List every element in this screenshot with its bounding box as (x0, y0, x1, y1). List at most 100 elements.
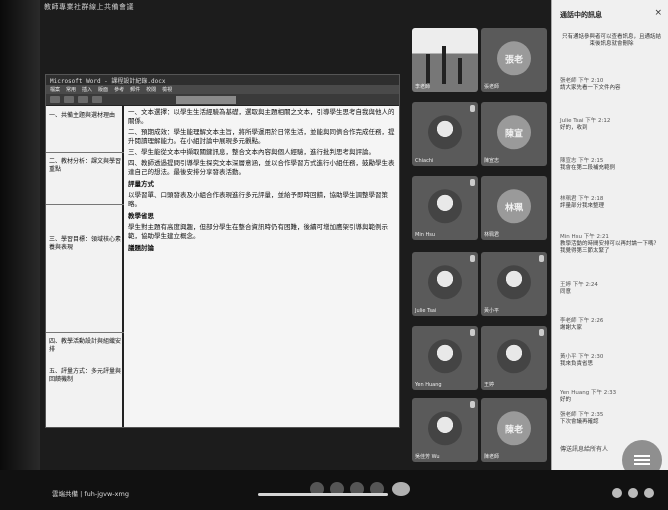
mic-off-icon (470, 105, 475, 112)
message-text: 教學活動的時間安排可以再討論一下嗎？我覺得第三節太緊了 (560, 241, 660, 254)
row-label: 四、教學活動設計與組織安排 (49, 338, 122, 353)
message-sender: 林珮君 下午 2:18 (560, 196, 604, 202)
message-text: 下次會議再確認 (560, 419, 599, 425)
mic-off-icon (539, 329, 544, 336)
chat-input[interactable]: 傳送訊息給所有人 (560, 444, 608, 453)
document-body: 一、共備主題與選材理由 二、教材分析：課文與學習重點 三、學習目標：領域核心素養… (46, 106, 399, 427)
paragraph: 學生對主題有高度興趣，但部分學生在整合資訊時仍有困難，後續可增加鷹架引導與範例示… (128, 223, 388, 240)
info-icon[interactable] (612, 488, 622, 498)
participant-tile[interactable]: 陳宣 陳宣志 (481, 102, 547, 166)
paragraph: 四、教師透過提問引導學生探究文本深層意涵，並以合作學習方式進行小組任務，鼓勵學生… (128, 159, 395, 176)
participant-name: 王婷 (484, 382, 495, 388)
building-spire (458, 58, 462, 84)
participant-tile[interactable]: 林珮 林珮君 (481, 176, 547, 240)
message-text: 謝謝大家 (560, 325, 583, 331)
menu-item[interactable]: 常用 (66, 86, 76, 93)
document-titlebar: Microsoft Word - 課程設計紀錄.docx (46, 75, 399, 85)
message-text: 同意 (560, 289, 572, 295)
avatar (497, 339, 531, 374)
chat-message: 張老師 下午 2:10 請大家先看一下文件內容 (560, 78, 663, 92)
avatar (428, 411, 462, 446)
row-separator (46, 204, 124, 205)
participant-name: 陳宣志 (484, 158, 500, 164)
toolbar-button[interactable] (64, 96, 74, 103)
participant-name: 陳老師 (484, 454, 500, 460)
chat-message: 李老師 下午 2:26 謝謝大家 (560, 318, 663, 332)
activities-icon[interactable] (644, 488, 654, 498)
participant-tile[interactable]: 王婷 (481, 326, 547, 390)
chat-message: 黃小平 下午 2:30 我來負責省思 (560, 354, 663, 368)
menu-item[interactable]: 校閱 (146, 86, 156, 93)
avatar (428, 339, 462, 374)
message-text: 請大家先看一下文件內容 (560, 85, 621, 91)
meeting-name: 雲端共備 | fuh-jgvw-xmg (52, 490, 129, 498)
building-spire (426, 54, 430, 84)
avatar: 張老 (497, 41, 531, 76)
leave-call-icon[interactable] (392, 482, 410, 496)
section-heading: 評量方式 (128, 180, 154, 188)
people-icon[interactable] (628, 488, 638, 498)
toolbar-button[interactable] (50, 96, 60, 103)
toolbar-button[interactable] (92, 96, 102, 103)
participant-tile[interactable]: Min Hsu (412, 176, 478, 240)
toolbar-field[interactable] (176, 95, 236, 104)
chat-panel: 通話中的訊息 × 只有通話參與者可以查看訊息，且通話結束後訊息就會刪除 張老師 … (551, 0, 668, 470)
participant-name: Chiachi (415, 158, 434, 164)
participant-tile[interactable]: Chiachi (412, 102, 478, 166)
message-text: 好的，收到 (560, 125, 588, 131)
meeting-title: 教師專業社群線上共備會議 (44, 3, 134, 11)
message-sender: 黃小平 下午 2:30 (560, 354, 604, 360)
toolbar-button[interactable] (78, 96, 88, 103)
mic-off-icon (470, 179, 475, 186)
avatar (428, 189, 462, 224)
participant-name: Yen Huang (415, 382, 442, 388)
participant-tile[interactable]: 李老師 (412, 28, 478, 92)
menu-item[interactable]: 郵件 (130, 86, 140, 93)
mic-off-icon (470, 255, 475, 262)
menu-item[interactable]: 檢視 (162, 86, 172, 93)
chat-message: Julie Tsai 下午 2:12 好的，收到 (560, 118, 663, 132)
mic-off-icon (539, 255, 544, 262)
shared-document-window[interactable]: Microsoft Word - 課程設計紀錄.docx 檔案 常用 插入 版面… (45, 74, 400, 428)
participant-tile[interactable]: Julie Tsai (412, 252, 478, 316)
building-spire (442, 46, 446, 84)
chat-message: 王婷 下午 2:24 同意 (560, 282, 663, 296)
row-separator (46, 332, 124, 333)
section-heading: 議題討論 (128, 244, 154, 252)
meeting-control-bar: 雲端共備 | fuh-jgvw-xmg (0, 470, 668, 510)
message-sender: 張老師 下午 2:10 (560, 78, 604, 84)
document-toolbar (46, 94, 399, 106)
row-label: 五、評量方式：多元評量與回饋機制 (49, 368, 122, 383)
participant-name: 黃小平 (484, 308, 500, 314)
row-separator (46, 152, 124, 153)
participant-tile[interactable]: 陳老 陳老師 (481, 398, 547, 462)
chat-notice: 只有通話參與者可以查看訊息，且通話結束後訊息就會刪除 (561, 34, 661, 47)
paragraph: 一、文本選擇：以學生生活經驗為基礎，選取與主題相關之文本，引導學生思考自我與他人… (128, 108, 395, 125)
participant-tile[interactable]: Yen Huang (412, 326, 478, 390)
chat-message: 張老師 下午 2:35 下次會議再確認 (560, 412, 663, 426)
home-indicator (258, 493, 388, 496)
close-icon[interactable]: × (654, 8, 662, 18)
mic-off-icon (470, 329, 475, 336)
participant-tile[interactable]: 吳佳芳 Wu (412, 398, 478, 462)
participant-name: 吳佳芳 Wu (415, 454, 440, 460)
menu-item[interactable]: 參考 (114, 86, 124, 93)
message-sender: Min Hsu 下午 2:21 (560, 234, 609, 240)
menu-item[interactable]: 檔案 (50, 86, 60, 93)
participant-tile[interactable]: 張老 張老師 (481, 28, 547, 92)
avatar (497, 265, 531, 300)
chat-message: Yen Huang 下午 2:33 好的 (560, 390, 663, 404)
paragraph: 以學習單、口頭發表及小組合作表現進行多元評量，並給予即時回饋，協助學生調整學習策… (128, 191, 388, 208)
row-label: 二、教材分析：課文與學習重點 (49, 158, 122, 173)
row-label: 一、共備主題與選材理由 (49, 112, 116, 119)
menu-item[interactable]: 版面 (98, 86, 108, 93)
message-text: 我會在第二段補充範例 (560, 165, 616, 171)
participant-name: Julie Tsai (415, 308, 437, 314)
document-menubar: 檔案 常用 插入 版面 參考 郵件 校閱 檢視 (46, 85, 399, 94)
document-text-area[interactable]: 一、文本選擇：以學生生活經驗為基礎，選取與主題相關之文本，引導學生思考自我與他人… (124, 106, 399, 427)
paragraph: 三、學生能從文本中擷取關鍵訊息，整合文本內容與個人經驗，進行批判思考與評論。 (128, 148, 375, 156)
participant-tile[interactable]: 黃小平 (481, 252, 547, 316)
avatar: 林珮 (497, 189, 531, 224)
avatar: 陳宣 (497, 115, 531, 150)
menu-item[interactable]: 插入 (82, 86, 92, 93)
